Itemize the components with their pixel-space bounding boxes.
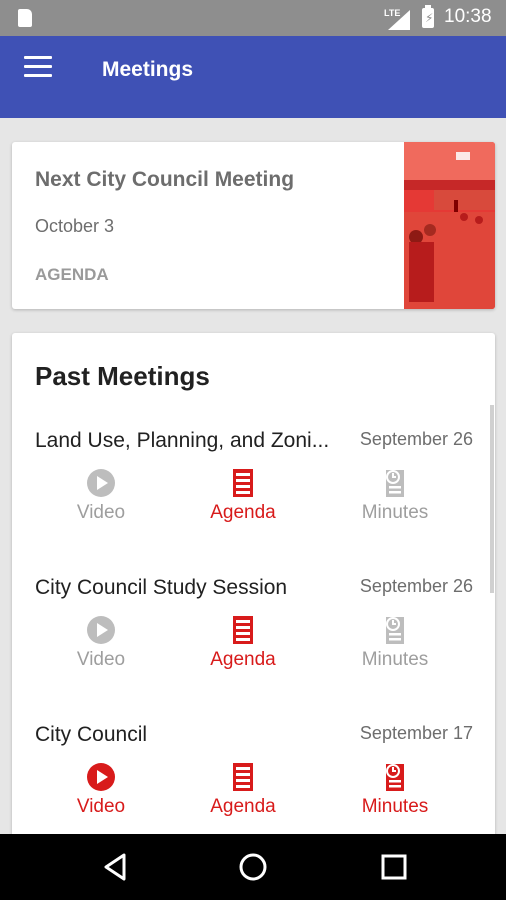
home-icon[interactable]	[236, 850, 270, 884]
past-meetings-heading: Past Meetings	[35, 361, 210, 391]
meeting-date: September 26	[359, 576, 473, 596]
agenda-label: Agenda	[210, 502, 276, 523]
meeting-name: Land Use, Planning, and Zoni...	[35, 429, 330, 452]
meeting-list-item[interactable]: City Council Study Session September 26 …	[12, 576, 495, 706]
agenda-label: Agenda	[210, 796, 276, 817]
next-meeting-heading: Next City Council Meeting	[35, 168, 295, 191]
meeting-date: September 17	[359, 723, 473, 743]
video-label: Video	[76, 502, 126, 523]
battery-charging-icon: ⚡	[422, 5, 434, 28]
past-meetings-card: Past Meetings Land Use, Planning, and Zo…	[12, 333, 495, 853]
play-circle-icon	[87, 469, 115, 497]
play-circle-icon	[87, 763, 115, 791]
status-bar: LTE ⚡ 10:38	[0, 0, 506, 36]
agenda-list-icon	[233, 616, 253, 644]
status-time: 10:38	[444, 6, 492, 27]
agenda-button[interactable]: Agenda	[188, 761, 298, 819]
minutes-button[interactable]: Minutes	[340, 467, 450, 525]
hamburger-menu-icon[interactable]	[24, 56, 52, 80]
minutes-label: Minutes	[361, 502, 429, 523]
minutes-label: Minutes	[361, 796, 429, 817]
next-meeting-date: October 3	[35, 216, 115, 236]
minutes-document-icon	[386, 617, 404, 644]
minutes-label: Minutes	[361, 649, 429, 670]
minutes-button[interactable]: Minutes	[340, 614, 450, 672]
agenda-button[interactable]: Agenda	[188, 467, 298, 525]
minutes-document-icon	[386, 470, 404, 497]
meeting-list-item[interactable]: Land Use, Planning, and Zoni... Septembe…	[12, 429, 495, 559]
meeting-name: City Council Study Session	[35, 576, 288, 599]
page-title: Meetings	[102, 58, 194, 81]
meeting-name: City Council	[35, 723, 148, 746]
network-type: LTE	[384, 8, 401, 18]
system-nav-bar	[0, 834, 506, 900]
recents-icon[interactable]	[377, 850, 411, 884]
agenda-button[interactable]: Agenda	[188, 614, 298, 672]
next-meeting-card[interactable]: Next City Council Meeting October 3 AGEN…	[12, 142, 495, 309]
video-button[interactable]: Video	[46, 614, 156, 672]
app-bar: Meetings	[0, 36, 506, 118]
agenda-list-icon	[233, 763, 253, 791]
video-button[interactable]: Video	[46, 467, 156, 525]
minutes-button[interactable]: Minutes	[340, 761, 450, 819]
minutes-document-icon	[386, 764, 404, 791]
video-button[interactable]: Video	[46, 761, 156, 819]
sd-card-icon	[18, 9, 32, 27]
video-label: Video	[76, 649, 126, 670]
next-meeting-agenda-link[interactable]: AGENDA	[35, 265, 109, 285]
agenda-label: Agenda	[210, 649, 276, 670]
meeting-date: September 26	[359, 429, 473, 449]
play-circle-icon	[87, 616, 115, 644]
council-chamber-photo	[404, 142, 495, 309]
back-icon[interactable]	[98, 850, 132, 884]
agenda-list-icon	[233, 469, 253, 497]
video-label: Video	[76, 796, 126, 817]
